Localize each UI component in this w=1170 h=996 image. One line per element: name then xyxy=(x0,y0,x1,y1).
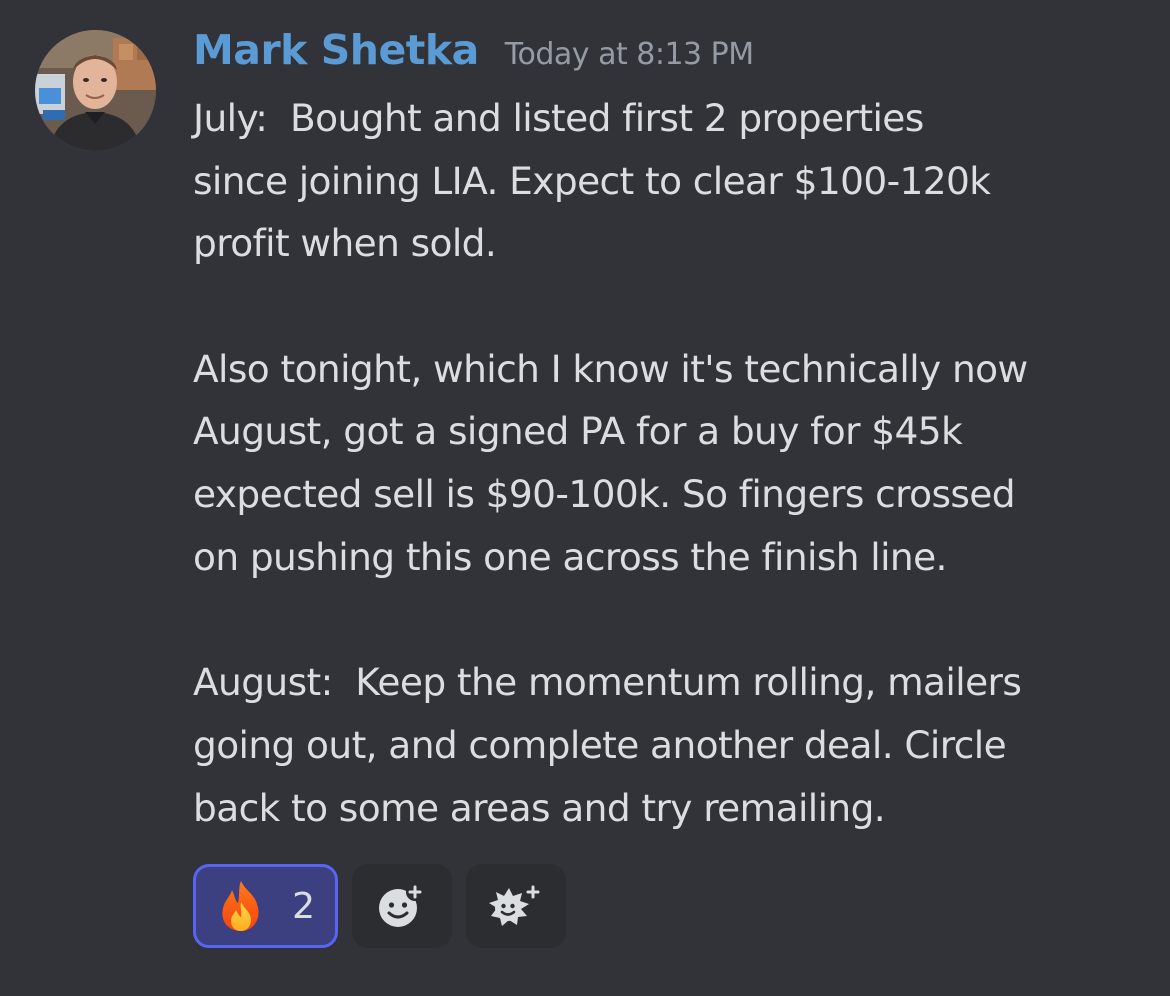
reaction-fire-button[interactable]: 2 xyxy=(193,864,338,948)
chat-message: Mark Shetka Today at 8:13 PM July: Bough… xyxy=(0,0,1170,996)
message-line: going out, and complete another deal. Ci… xyxy=(193,722,1007,767)
message-header: Mark Shetka Today at 8:13 PM xyxy=(193,26,754,82)
fire-emoji-icon xyxy=(222,881,259,931)
message-line: August: Keep the momentum rolling, maile… xyxy=(193,660,1022,705)
avatar[interactable] xyxy=(35,30,156,151)
message-line: on pushing this one across the finish li… xyxy=(193,534,947,579)
message-line: profit when sold. xyxy=(193,221,497,266)
add-reaction-icon xyxy=(379,883,424,927)
message-line: August, got a signed PA for a buy for $4… xyxy=(193,409,963,454)
add-super-reaction-button[interactable] xyxy=(466,864,566,948)
avatar-photo-icon xyxy=(35,30,156,151)
message-line: July: Bought and listed first 2 properti… xyxy=(193,96,924,140)
timestamp: Today at 8:13 PM xyxy=(504,37,754,72)
reaction-bar: 2 xyxy=(193,864,566,948)
reaction-count: 2 xyxy=(292,885,315,927)
message-line: expected sell is $90-100k. So fingers cr… xyxy=(193,472,1016,517)
message-line: back to some areas and try remailing. xyxy=(193,785,886,830)
add-reaction-button[interactable] xyxy=(352,864,452,948)
author-name[interactable]: Mark Shetka xyxy=(193,26,479,74)
message-line: since joining LIA. Expect to clear $100-… xyxy=(193,158,991,203)
message-content: July: Bought and listed first 2 properti… xyxy=(193,87,1163,839)
message-line: Also tonight, which I know it's technica… xyxy=(193,346,1028,391)
add-super-reaction-icon xyxy=(489,883,542,926)
